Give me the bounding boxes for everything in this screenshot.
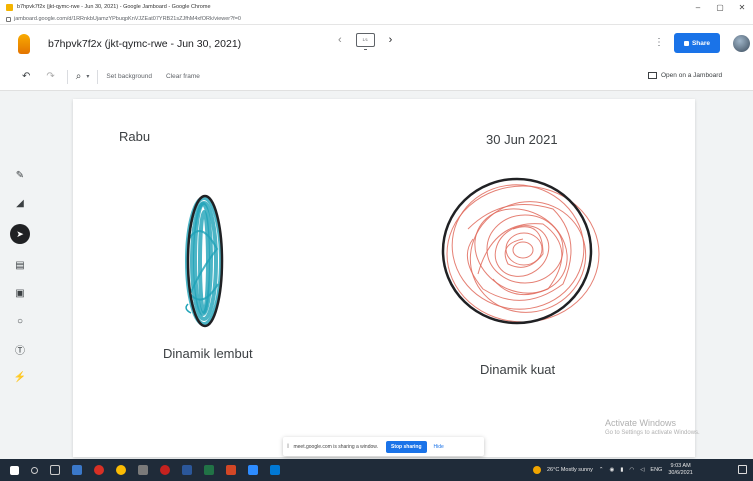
lock-icon [683, 40, 689, 46]
toolbar-divider [97, 69, 99, 84]
frame-bar-button[interactable]: 1/1 [355, 33, 375, 50]
notification-icon[interactable] [738, 465, 747, 474]
url-text[interactable]: jamboard.google.com/d/1RRnkbUjamzYPbuqpK… [14, 16, 241, 22]
share-button[interactable]: Share [674, 33, 720, 53]
jam-canvas[interactable]: Rabu 30 Jun 2021 Dinamik lembut Dinamik … [73, 99, 695, 457]
clock-time: 9:03 AM [670, 463, 691, 469]
address-bar[interactable]: jamboard.google.com/d/1RRnkbUjamzYPbuqpK… [0, 14, 753, 25]
clock[interactable]: 9:03 AM 30/6/2021 [668, 463, 692, 477]
app-header: b7hpvk7f2x (jkt-qymc-rwe - Jun 30, 2021)… [0, 25, 753, 63]
zoom-dropdown-icon[interactable]: ▾ [86, 73, 89, 80]
select-icon[interactable]: ➤ [10, 224, 30, 244]
store-icon[interactable] [138, 465, 148, 475]
drag-handle-icon[interactable]: ‖ [287, 444, 289, 450]
laser-icon[interactable]: ⚡ [12, 370, 28, 384]
frame-counter: 1/1 [362, 37, 368, 42]
task-view-icon[interactable] [50, 465, 60, 475]
file-explorer-icon[interactable] [72, 465, 82, 475]
zoom-icon[interactable]: ⌕ [76, 71, 82, 82]
frame-navigator: ‹ 1/1 › [338, 33, 393, 50]
battery-icon[interactable]: ▮ [620, 467, 623, 473]
watermark-subtitle: Go to Settings to activate Windows. [605, 430, 700, 436]
language-indicator[interactable]: ENG [650, 467, 662, 473]
user-avatar[interactable] [733, 35, 750, 52]
window-title: b7hpvk7f2x (jkt-qymc-rwe - Jun 30, 2021)… [17, 4, 211, 10]
open-on-jamboard-label: Open on a Jamboard [661, 72, 723, 79]
opera-icon[interactable] [94, 465, 104, 475]
kebab-menu-icon[interactable]: ⋮ [654, 37, 664, 48]
wifi-icon[interactable]: ◠ [629, 467, 634, 473]
pen-icon[interactable]: ✎ [12, 168, 28, 182]
system-tray: 26°C Mostly sunny ⌃ ◉ ▮ ◠ ◁ ENG 9:03 AM … [533, 459, 693, 481]
circle-icon[interactable]: ○ [12, 314, 28, 328]
tool-sidebar: ✎ ◢ ➤ ▤ ▣ ○ Ⓣ ⚡ [8, 168, 32, 388]
sticky-note-icon[interactable]: ▤ [12, 258, 28, 272]
clear-frame-button[interactable]: Clear frame [166, 73, 200, 80]
watermark-title: Activate Windows [605, 418, 677, 428]
toolbar-divider [66, 69, 68, 84]
weather-sun-icon [533, 466, 541, 474]
zoom-app-icon[interactable] [248, 465, 258, 475]
previous-frame-icon[interactable]: ‹ [338, 34, 342, 46]
search-icon[interactable] [31, 466, 38, 474]
volume-icon[interactable]: ◁ [640, 467, 644, 473]
browser-title-bar: b7hpvk7f2x (jkt-qymc-rwe - Jun 30, 2021)… [0, 0, 753, 14]
weather-text[interactable]: 26°C Mostly sunny [547, 467, 593, 473]
open-on-jamboard-button[interactable]: Open on a Jamboard [648, 72, 722, 79]
lock-icon [6, 16, 11, 22]
close-window-button[interactable]: ✕ [731, 3, 753, 12]
drawing-layer [185, 177, 600, 328]
image-icon[interactable]: ▣ [12, 286, 28, 300]
redo-icon[interactable]: ↷ [46, 71, 54, 82]
edge-icon[interactable] [270, 465, 280, 475]
eraser-icon[interactable]: ◢ [12, 196, 28, 210]
minimize-button[interactable]: – [687, 3, 709, 12]
share-message: meet.google.com is sharing a window. [293, 443, 378, 450]
network-icon[interactable]: ◉ [610, 467, 615, 473]
text-box-icon[interactable]: Ⓣ [12, 342, 28, 357]
excel-icon[interactable] [204, 465, 214, 475]
powerpoint-icon[interactable] [226, 465, 236, 475]
windows-taskbar: 26°C Mostly sunny ⌃ ◉ ▮ ◠ ◁ ENG 9:03 AM … [0, 459, 753, 481]
clock-date: 30/6/2021 [668, 470, 693, 476]
cast-screen-icon [648, 72, 657, 79]
jamboard-logo-icon[interactable] [18, 34, 30, 54]
maximize-button[interactable]: ▢ [709, 3, 731, 12]
board-toolbar: ↶ ↷ ⌕ ▾ Set background Clear frame Open … [0, 63, 753, 91]
chrome-icon[interactable] [116, 465, 126, 475]
teal-oval-drawing [185, 194, 224, 328]
word-icon[interactable] [182, 465, 192, 475]
media-icon[interactable] [160, 465, 170, 475]
activate-windows-watermark: Activate Windows Go to Settings to activ… [605, 418, 700, 436]
tray-chevron-icon[interactable]: ⌃ [599, 467, 604, 473]
set-background-button[interactable]: Set background [106, 73, 152, 80]
red-scribble-circle-drawing [441, 177, 600, 325]
stop-sharing-button[interactable]: Stop sharing [385, 440, 427, 453]
screen-share-bar: ‖ meet.google.com is sharing a window. S… [283, 437, 484, 456]
document-title[interactable]: b7hpvk7f2x (jkt-qymc-rwe - Jun 30, 2021) [48, 38, 241, 50]
share-label: Share [691, 39, 711, 47]
jamboard-favicon-icon [6, 3, 13, 11]
undo-icon[interactable]: ↶ [22, 71, 30, 82]
windows-start-icon[interactable] [10, 465, 19, 475]
next-frame-icon[interactable]: › [389, 34, 393, 46]
hide-button[interactable]: Hide [434, 444, 444, 450]
